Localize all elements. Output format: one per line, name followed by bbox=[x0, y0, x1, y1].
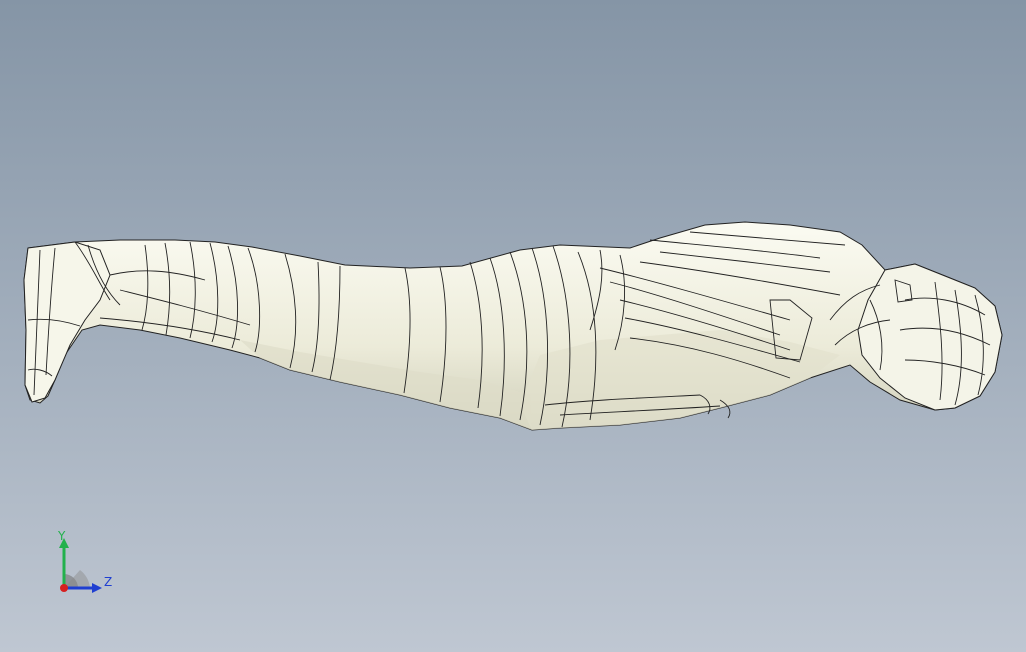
axis-triad: Y Z bbox=[50, 528, 120, 598]
x-axis-origin bbox=[60, 584, 68, 592]
graphics-viewport[interactable]: Y Z bbox=[0, 0, 1026, 652]
z-axis-label: Z bbox=[104, 575, 112, 589]
y-axis-label: Y bbox=[57, 529, 66, 543]
3d-model[interactable] bbox=[0, 0, 1026, 652]
axis-triad-graphic: Y Z bbox=[57, 529, 112, 593]
z-axis-arrow bbox=[92, 583, 102, 593]
